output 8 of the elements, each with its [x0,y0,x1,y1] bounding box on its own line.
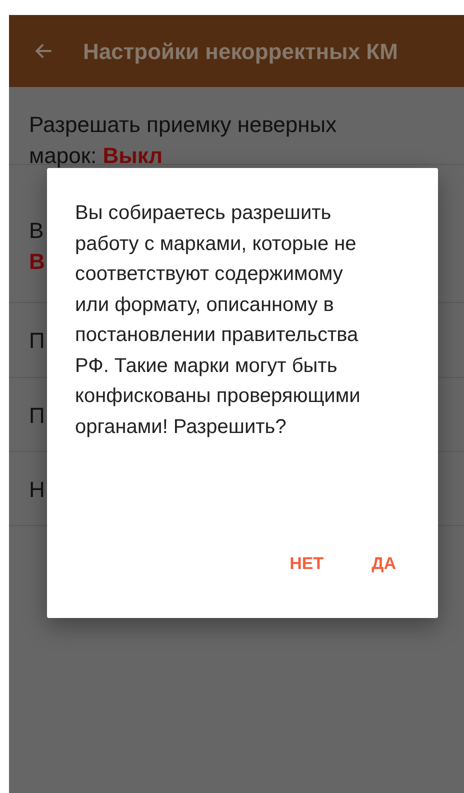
setting-text: В В [29,217,45,276]
setting-text: Н [29,476,45,504]
dialog-button[interactable]: ДА [370,550,398,576]
setting-text: П [29,327,45,355]
dialog-message: Вы собираетесь разрешить работу с марками, которые не соответствуют содержимому или формату, описанному в постановлении правительства РФ. Такие марки могут быть конфискованы проверяющими органами! Разрешить? [75,201,362,440]
dialog-button[interactable]: НЕТ [288,550,326,576]
app-bar-title: Настройки некорректных КМ [83,38,398,66]
setting-text: П [29,402,45,430]
